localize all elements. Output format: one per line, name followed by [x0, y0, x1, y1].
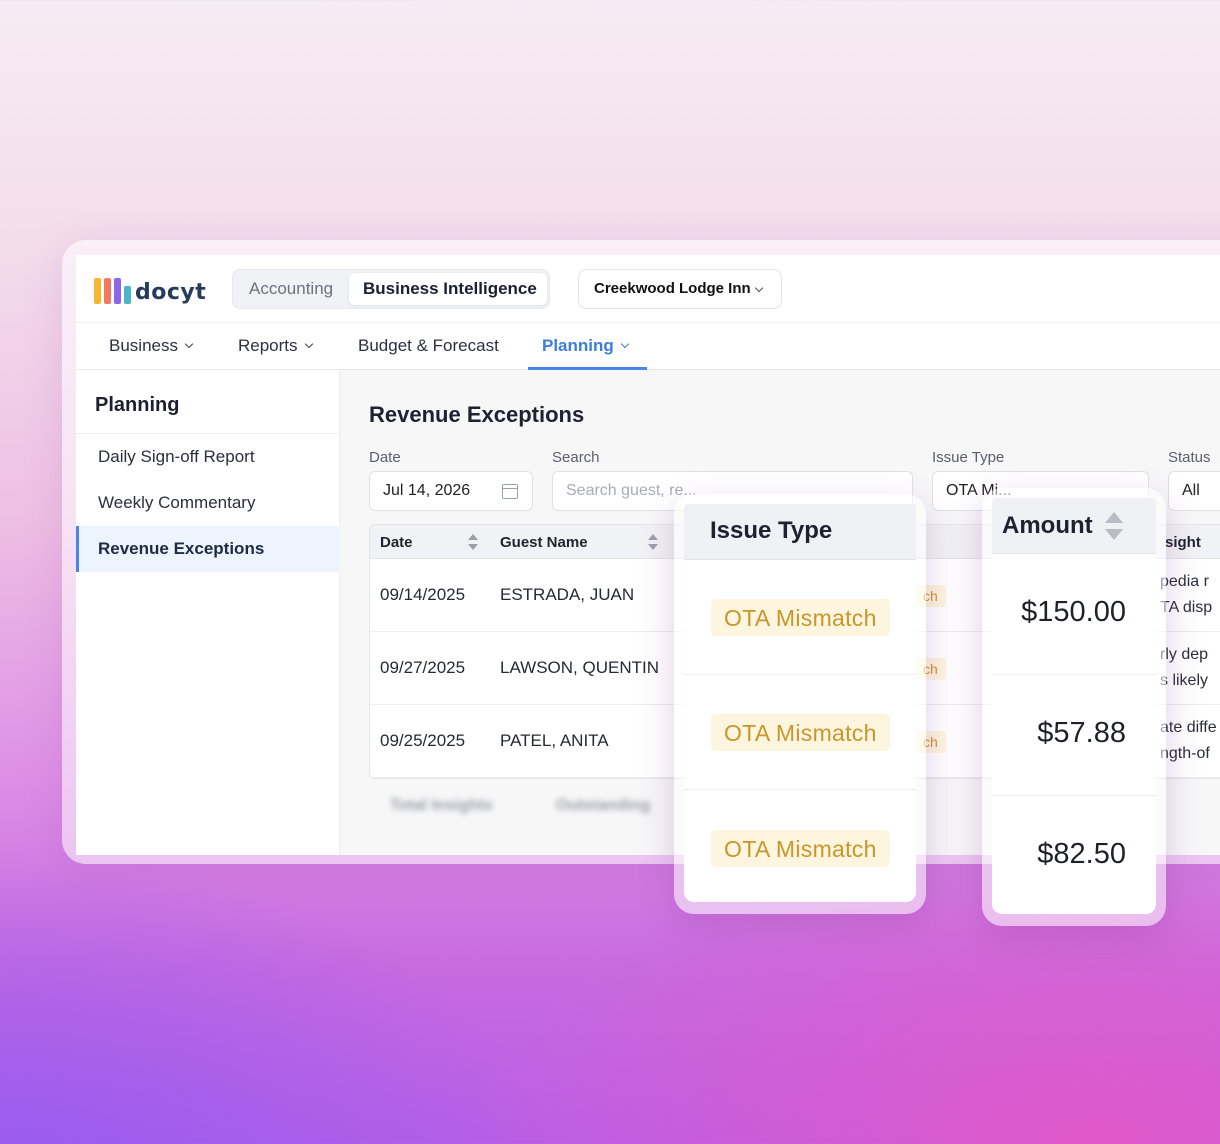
col-insight[interactable]: sight	[1165, 534, 1201, 551]
row-insight-line2: ngth-of	[1160, 745, 1210, 762]
calendar-icon	[502, 484, 518, 499]
row-insight-line1: ate diffe	[1160, 719, 1217, 736]
mode-toggle: Accounting Business Intelligence	[232, 269, 550, 309]
search-label: Search	[552, 449, 600, 466]
sidebar-title: Planning	[95, 394, 180, 416]
nav-business-label: Business	[109, 336, 178, 355]
docyt-logo[interactable]: docyt	[94, 274, 206, 304]
row-insight-line1: pedia r	[1160, 573, 1209, 590]
issue-type-card-title: Issue Type	[710, 517, 833, 544]
nav-business[interactable]: Business	[109, 336, 194, 356]
issue-type-card: Issue Type OTA Mismatch OTA Mismatch OTA…	[684, 504, 916, 902]
ota-mismatch-badge: OTA Mismatch	[711, 599, 890, 636]
amount-card: Amount $150.00 $57.88 $82.50	[992, 498, 1156, 914]
total-insights-label: Total Insights	[390, 797, 493, 814]
list-item[interactable]: $150.00	[992, 554, 1156, 675]
property-select[interactable]: Creekwood Lodge Inn	[578, 269, 782, 309]
sidebar-item-daily-sign-off[interactable]: Daily Sign-off Report	[76, 434, 340, 480]
nav-budget-label: Budget & Forecast	[358, 336, 499, 355]
date-filter-label: Date	[369, 449, 401, 466]
list-item[interactable]: $82.50	[992, 796, 1156, 914]
issue-type-card-header[interactable]: Issue Type	[684, 504, 916, 560]
page-title: Revenue Exceptions	[369, 402, 585, 427]
col-guest-name[interactable]: Guest Name	[500, 534, 588, 551]
row-insight-line2: TA disp	[1160, 599, 1213, 616]
list-item[interactable]: OTA Mismatch	[684, 560, 916, 675]
row-date: 09/27/2025	[380, 658, 466, 677]
chevron-down-icon	[754, 283, 764, 293]
date-filter-value: Jul 14, 2026	[383, 482, 471, 499]
chevron-down-icon	[620, 339, 630, 349]
status-filter-label: Status	[1168, 449, 1211, 466]
sidebar: Planning Daily Sign-off Report Weekly Co…	[76, 370, 340, 855]
nav-budget-forecast[interactable]: Budget & Forecast	[358, 336, 499, 356]
row-guest: ESTRADA, JUAN	[500, 585, 635, 604]
logo-icon	[94, 278, 131, 304]
amount-card-header[interactable]: Amount	[992, 498, 1156, 554]
amount-value: $82.50	[1037, 838, 1126, 870]
logo-text: docyt	[135, 280, 207, 305]
main-nav: Business Reports Budget & Forecast Plann…	[76, 323, 1220, 370]
col-date[interactable]: Date	[380, 534, 413, 551]
sort-icon[interactable]	[648, 534, 658, 550]
sort-icon[interactable]	[468, 534, 478, 550]
tab-accounting[interactable]: Accounting	[249, 279, 333, 299]
sidebar-item-weekly-commentary[interactable]: Weekly Commentary	[76, 480, 340, 526]
tab-business-intelligence[interactable]: Business Intelligence	[349, 273, 547, 305]
ota-mismatch-badge: OTA Mismatch	[711, 830, 890, 867]
outstanding-label: Outstanding	[556, 797, 651, 814]
issue-type-filter-label: Issue Type	[932, 449, 1005, 466]
date-filter-input[interactable]: Jul 14, 2026	[369, 471, 533, 511]
property-label: Creekwood Lodge Inn	[594, 280, 751, 297]
amount-value: $57.88	[1037, 717, 1126, 749]
status-filter[interactable]: All	[1168, 471, 1220, 511]
list-item[interactable]: OTA Mismatch	[684, 790, 916, 902]
row-insight-line1: rly dep	[1160, 646, 1209, 663]
amount-card-title: Amount	[1002, 512, 1093, 539]
chevron-down-icon	[304, 339, 313, 349]
row-guest: PATEL, ANITA	[500, 731, 609, 750]
amount-value: $150.00	[1021, 596, 1126, 628]
row-insight-line2: s likely	[1160, 672, 1209, 689]
nav-planning-label: Planning	[542, 336, 614, 355]
nav-reports[interactable]: Reports	[238, 336, 313, 356]
list-item[interactable]: OTA Mismatch	[684, 675, 916, 790]
top-bar: docyt Accounting Business Intelligence C…	[76, 255, 1220, 323]
row-guest: LAWSON, QUENTIN	[500, 658, 659, 677]
chevron-down-icon	[184, 339, 194, 349]
ota-mismatch-badge: OTA Mismatch	[711, 714, 890, 751]
list-item[interactable]: $57.88	[992, 675, 1156, 796]
row-date: 09/14/2025	[380, 585, 466, 604]
nav-reports-label: Reports	[238, 336, 298, 355]
sort-icon[interactable]	[1105, 512, 1123, 540]
row-date: 09/25/2025	[380, 731, 466, 750]
nav-planning[interactable]: Planning	[542, 336, 630, 356]
sidebar-item-revenue-exceptions[interactable]: Revenue Exceptions	[76, 526, 340, 572]
